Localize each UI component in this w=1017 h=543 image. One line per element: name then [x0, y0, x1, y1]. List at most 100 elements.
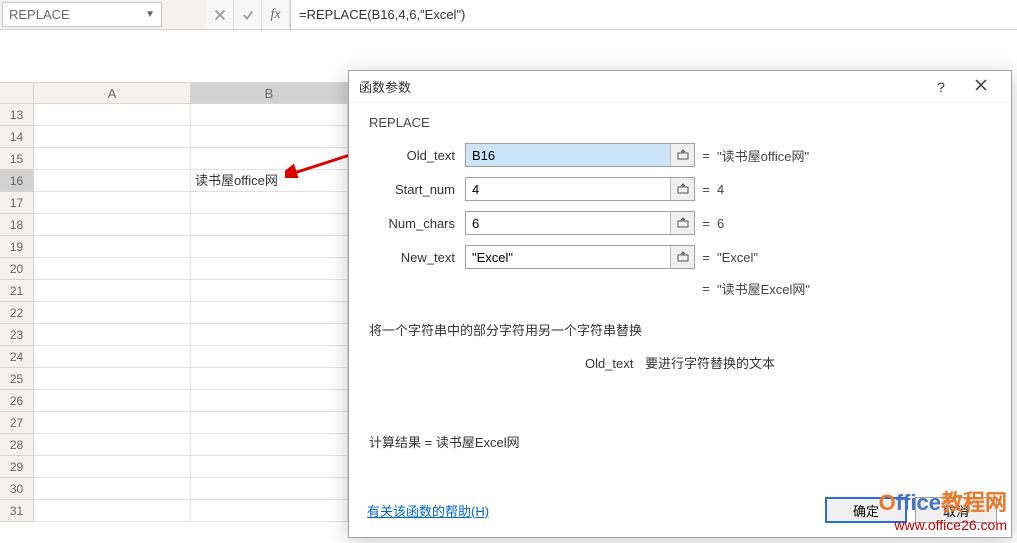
cell[interactable] — [34, 412, 191, 434]
chevron-down-icon[interactable]: ▼ — [145, 9, 155, 20]
cell[interactable] — [34, 104, 191, 126]
enter-formula-button[interactable] — [234, 0, 262, 29]
cell[interactable] — [191, 346, 348, 368]
cell[interactable] — [34, 456, 191, 478]
cell[interactable] — [34, 500, 191, 522]
dialog-footer: 有关该函数的帮助(H) 确定 取消 — [349, 487, 1011, 537]
cell[interactable] — [191, 478, 348, 500]
select-all-corner[interactable] — [0, 83, 34, 103]
cell[interactable] — [34, 346, 191, 368]
cell[interactable] — [34, 390, 191, 412]
cell[interactable] — [34, 302, 191, 324]
inline-result: "读书屋Excel网" — [717, 279, 810, 298]
row-header[interactable]: 21 — [0, 280, 34, 302]
cell[interactable] — [191, 368, 348, 390]
row-header[interactable]: 28 — [0, 434, 34, 456]
spreadsheet-grid[interactable]: A B 13 14 15 16 读书屋office网 17 18 19 20 21… — [0, 82, 348, 522]
cell[interactable] — [191, 258, 348, 280]
cell[interactable] — [191, 434, 348, 456]
cell[interactable] — [34, 478, 191, 500]
cell[interactable] — [191, 126, 348, 148]
cell[interactable] — [191, 390, 348, 412]
row-header[interactable]: 18 — [0, 214, 34, 236]
cell[interactable] — [191, 214, 348, 236]
cell[interactable] — [34, 434, 191, 456]
row-header[interactable]: 27 — [0, 412, 34, 434]
cell[interactable] — [34, 214, 191, 236]
formula-text: =REPLACE(B16,4,6,"Excel") — [299, 7, 465, 22]
column-headers: A B — [0, 82, 348, 104]
cell[interactable] — [34, 170, 191, 192]
arg-input-start-num[interactable] — [466, 178, 670, 200]
cell[interactable] — [34, 192, 191, 214]
range-select-icon — [677, 149, 689, 161]
collapse-dialog-button[interactable] — [670, 144, 694, 166]
arg-label: Num_chars — [365, 216, 465, 231]
cell[interactable] — [34, 280, 191, 302]
arg-help-text: 要进行字符替换的文本 — [645, 356, 775, 371]
cancel-formula-button[interactable] — [206, 0, 234, 29]
fx-icon: fx — [270, 7, 280, 23]
cell[interactable] — [191, 412, 348, 434]
cell[interactable] — [34, 258, 191, 280]
function-description: 将一个字符串中的部分字符用另一个字符串替换 — [369, 320, 995, 339]
arg-input-old-text[interactable] — [466, 144, 670, 166]
row-header[interactable]: 22 — [0, 302, 34, 324]
row-header[interactable]: 24 — [0, 346, 34, 368]
formula-input[interactable]: =REPLACE(B16,4,6,"Excel") — [290, 0, 1017, 29]
cell[interactable] — [191, 192, 348, 214]
arg-input-new-text[interactable] — [466, 246, 670, 268]
cell[interactable] — [191, 456, 348, 478]
cell[interactable] — [191, 236, 348, 258]
cell-b16[interactable]: 读书屋office网 — [191, 170, 348, 192]
row-header[interactable]: 31 — [0, 500, 34, 522]
row-header[interactable]: 25 — [0, 368, 34, 390]
collapse-dialog-button[interactable] — [670, 246, 694, 268]
row-header[interactable]: 15 — [0, 148, 34, 170]
arg-input-num-chars[interactable] — [466, 212, 670, 234]
close-button[interactable] — [961, 78, 1001, 95]
collapse-dialog-button[interactable] — [670, 212, 694, 234]
row-header[interactable]: 20 — [0, 258, 34, 280]
column-header-b[interactable]: B — [191, 83, 348, 103]
cell[interactable] — [191, 302, 348, 324]
equals-icon: = — [695, 250, 717, 265]
row-header[interactable]: 29 — [0, 456, 34, 478]
name-box[interactable]: REPLACE ▼ — [2, 2, 162, 27]
row-header[interactable]: 23 — [0, 324, 34, 346]
row-header[interactable]: 13 — [0, 104, 34, 126]
range-select-icon — [677, 183, 689, 195]
column-header-a[interactable]: A — [34, 83, 191, 103]
collapse-dialog-button[interactable] — [670, 178, 694, 200]
cell[interactable] — [191, 280, 348, 302]
function-help-link[interactable]: 有关该函数的帮助(H) — [367, 501, 489, 520]
cell[interactable] — [34, 148, 191, 170]
cell[interactable] — [34, 126, 191, 148]
row-header[interactable]: 19 — [0, 236, 34, 258]
arg-label: Old_text — [365, 148, 465, 163]
row-header[interactable]: 26 — [0, 390, 34, 412]
cell[interactable] — [34, 324, 191, 346]
insert-function-button[interactable]: fx — [262, 0, 290, 29]
cell[interactable] — [191, 500, 348, 522]
cell[interactable] — [34, 368, 191, 390]
row-header[interactable]: 30 — [0, 478, 34, 500]
ok-button[interactable]: 确定 — [825, 497, 907, 523]
arg-help-label: Old_text — [585, 356, 633, 371]
help-button[interactable]: ? — [921, 79, 961, 95]
arg-row-num-chars: Num_chars = 6 — [365, 206, 995, 240]
dialog-titlebar: 函数参数 ? — [349, 71, 1011, 103]
cell[interactable] — [191, 104, 348, 126]
cell[interactable] — [191, 148, 348, 170]
function-arguments-dialog: 函数参数 ? REPLACE Old_text = "读书屋office网" S… — [348, 70, 1012, 538]
row-header[interactable]: 14 — [0, 126, 34, 148]
cancel-button[interactable]: 取消 — [915, 497, 997, 523]
cell[interactable] — [191, 324, 348, 346]
arg-row-old-text: Old_text = "读书屋office网" — [365, 138, 995, 172]
arg-row-start-num: Start_num = 4 — [365, 172, 995, 206]
calc-result-value: 读书屋Excel网 — [436, 435, 520, 450]
row-header[interactable]: 16 — [0, 170, 34, 192]
calc-result: 计算结果 = 读书屋Excel网 — [369, 432, 995, 451]
row-header[interactable]: 17 — [0, 192, 34, 214]
cell[interactable] — [34, 236, 191, 258]
